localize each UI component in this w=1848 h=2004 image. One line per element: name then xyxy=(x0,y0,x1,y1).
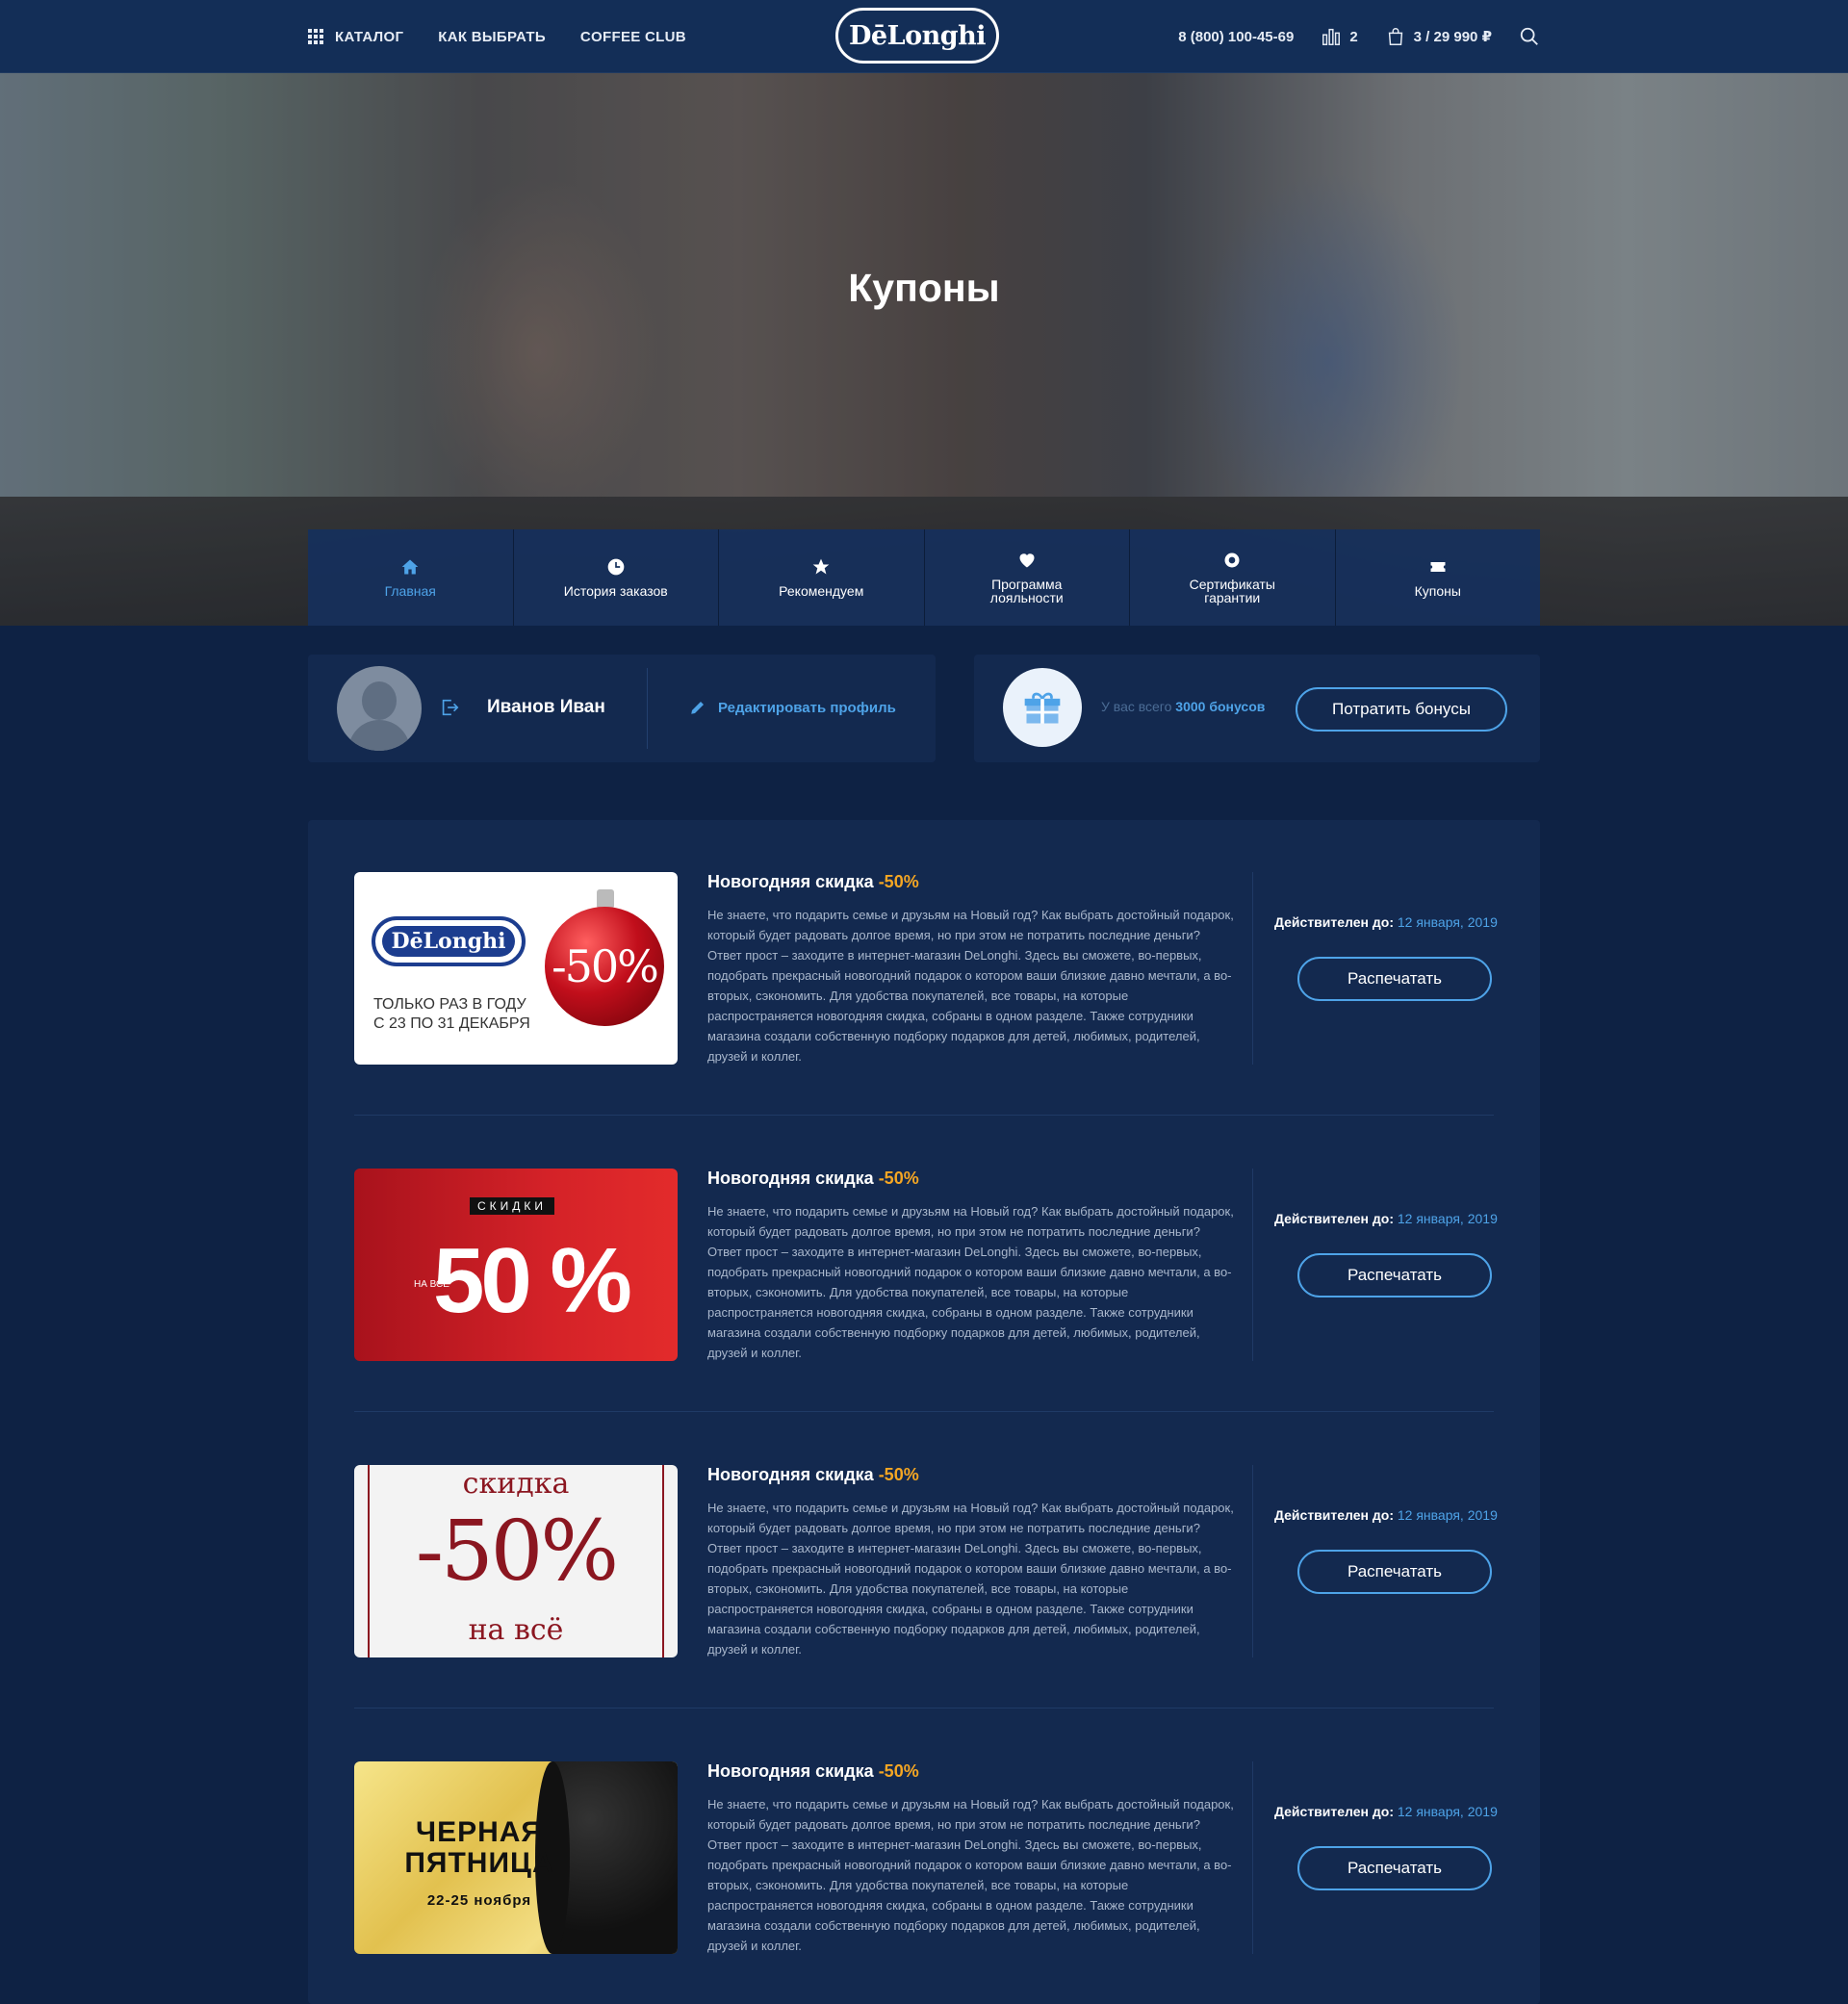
tab-home[interactable]: Главная xyxy=(308,529,514,626)
clock-icon xyxy=(607,558,625,576)
profile-card: Иванов Иван Редактировать профиль xyxy=(308,655,936,762)
coupon-title: Новогодняя скидка -50% xyxy=(707,872,919,891)
coffee-club-link[interactable]: COFFEE CLUB xyxy=(580,29,686,45)
print-coupon-button[interactable]: Распечатать xyxy=(1297,1846,1492,1890)
coupon-item: ЧЕРНАЯ ПЯТНИЦА 22-25 ноября Новогодняя с… xyxy=(354,1761,1498,1954)
coupon-image-line: С 23 ПО 31 ДЕКАБРЯ xyxy=(373,1015,530,1032)
coupon-image-line: скидка xyxy=(462,1467,570,1501)
coupon-image-line: на всё xyxy=(468,1613,564,1647)
user-name: Иванов Иван xyxy=(487,697,605,717)
christmas-ornament-badge: -50% xyxy=(545,907,664,1026)
coupon-valid-date: 12 января, 2019 xyxy=(1397,1507,1498,1523)
coupon-image-line: ЧЕРНАЯ ПЯТНИЦА xyxy=(404,1816,554,1879)
badge-icon xyxy=(1224,552,1240,568)
spend-bonuses-button[interactable]: Потратить бонусы xyxy=(1296,687,1507,732)
primary-nav: КАТАЛОГ КАК ВЫБРАТЬ COFFEE CLUB xyxy=(308,0,686,73)
tab-label: История заказов xyxy=(563,583,668,599)
top-navigation-bar: КАТАЛОГ КАК ВЫБРАТЬ COFFEE CLUB DēLonghi… xyxy=(0,0,1848,73)
coupon-image: DēLonghi ТОЛЬКО РАЗ В ГОДУ С 23 ПО 31 ДЕ… xyxy=(354,872,678,1065)
coupon-image-line: ТОЛЬКО РАЗ В ГОДУ xyxy=(373,996,526,1013)
bonus-prefix: У вас всего xyxy=(1101,699,1172,714)
tab-label: Программа лояльности xyxy=(989,577,1064,605)
catalog-label: КАТАЛОГ xyxy=(335,28,404,45)
catalog-link[interactable]: КАТАЛОГ xyxy=(308,29,403,45)
home-icon xyxy=(401,559,419,575)
coupon-validity: Действителен до: 12 января, 2019 xyxy=(1274,1804,1498,1819)
cart-button[interactable]: 3 / 29 990 ₽ xyxy=(1385,26,1492,47)
star-icon xyxy=(812,558,830,575)
coupon-valid-date: 12 января, 2019 xyxy=(1397,1804,1498,1819)
avatar[interactable] xyxy=(337,666,422,751)
print-coupon-button[interactable]: Распечатать xyxy=(1297,957,1492,1001)
coupon-valid-date: 12 января, 2019 xyxy=(1397,1211,1498,1226)
coupons-list: DēLonghi ТОЛЬКО РАЗ В ГОДУ С 23 ПО 31 ДЕ… xyxy=(308,820,1540,2004)
coupon-image-tag: СКИДКИ xyxy=(470,1197,555,1215)
coupon-item: DēLonghi ТОЛЬКО РАЗ В ГОДУ С 23 ПО 31 ДЕ… xyxy=(354,872,1498,1065)
header-actions: 8 (800) 100-45-69 2 3 / 29 990 ₽ xyxy=(1178,0,1540,73)
coupon-image-line: 22-25 ноября xyxy=(426,1892,532,1909)
coupon-image: ЧЕРНАЯ ПЯТНИЦА 22-25 ноября xyxy=(354,1761,678,1954)
coupon-title: Новогодняя скидка -50% xyxy=(707,1169,919,1188)
compare-button[interactable]: 2 xyxy=(1321,26,1358,47)
edit-profile-link[interactable]: Редактировать профиль xyxy=(689,699,896,716)
tab-label: Сертификаты гарантии xyxy=(1189,577,1275,605)
logout-icon[interactable] xyxy=(439,697,460,718)
grid-icon xyxy=(308,29,323,44)
coupon-description: Не знаете, что подарить семье и друзьям … xyxy=(707,1797,1234,1953)
divider xyxy=(647,668,648,749)
shopping-bag-icon xyxy=(1388,28,1402,45)
coupon-percent: -50% xyxy=(878,872,919,891)
gift-icon xyxy=(1003,668,1082,747)
search-icon xyxy=(1520,27,1538,45)
tab-order-history[interactable]: История заказов xyxy=(513,529,719,626)
divider xyxy=(354,1115,1494,1116)
tab-warranty-certificates[interactable]: Сертификаты гарантии xyxy=(1130,529,1336,626)
tab-label: Главная xyxy=(384,583,436,599)
heart-icon xyxy=(1019,553,1035,568)
compare-count: 2 xyxy=(1349,28,1358,45)
divider xyxy=(354,1411,1494,1412)
coupon-image-big: 50 % xyxy=(433,1229,632,1332)
divider xyxy=(354,1708,1494,1709)
coupon-title: Новогодняя скидка -50% xyxy=(707,1761,919,1781)
ticket-icon xyxy=(1430,562,1446,572)
cart-summary: 3 / 29 990 ₽ xyxy=(1413,29,1492,45)
tab-label: Купоны xyxy=(1414,583,1461,599)
coupon-percent: -50% xyxy=(878,1169,919,1188)
print-coupon-button[interactable]: Распечатать xyxy=(1297,1253,1492,1297)
coupon-description: Не знаете, что подарить семье и друзьям … xyxy=(707,908,1234,1064)
compare-bars-icon xyxy=(1322,28,1341,45)
delonghi-logo[interactable]: DēLonghi xyxy=(835,8,999,64)
coupon-percent: -50% xyxy=(878,1761,919,1781)
coupon-image-big: -50% xyxy=(415,1503,619,1600)
coupon-valid-date: 12 января, 2019 xyxy=(1397,914,1498,930)
coupon-item: СКИДКИ НА ВСЁ 50 % Новогодняя скидка -50… xyxy=(354,1169,1498,1361)
print-coupon-button[interactable]: Распечатать xyxy=(1297,1550,1492,1594)
coupon-description: Не знаете, что подарить семье и друзьям … xyxy=(707,1204,1234,1360)
coupon-validity: Действителен до: 12 января, 2019 xyxy=(1274,1211,1498,1226)
coupon-item: скидка -50% на всё Новогодняя скидка -50… xyxy=(354,1465,1498,1657)
page-title: Купоны xyxy=(848,266,1000,310)
tab-coupons[interactable]: Купоны xyxy=(1335,529,1540,626)
tab-loyalty-program[interactable]: Программа лояльности xyxy=(924,529,1130,626)
how-to-choose-link[interactable]: КАК ВЫБРАТЬ xyxy=(438,29,546,45)
coupon-brand-logo: DēLonghi xyxy=(372,916,526,966)
coupon-validity: Действителен до: 12 января, 2019 xyxy=(1274,914,1498,930)
search-button[interactable] xyxy=(1519,26,1540,47)
bonus-balance: У вас всего 3000 бонусов xyxy=(1101,699,1265,714)
pencil-icon xyxy=(691,702,704,714)
coupon-title: Новогодняя скидка -50% xyxy=(707,1465,919,1484)
coupon-percent: -50% xyxy=(878,1465,919,1484)
edit-profile-label: Редактировать профиль xyxy=(718,699,896,716)
phone-link[interactable]: 8 (800) 100-45-69 xyxy=(1178,29,1294,45)
coupon-image: СКИДКИ НА ВСЁ 50 % xyxy=(354,1169,678,1361)
tab-recommended[interactable]: Рекомендуем xyxy=(719,529,925,626)
bonus-card: У вас всего 3000 бонусов Потратить бонус… xyxy=(974,655,1540,762)
tab-label: Рекомендуем xyxy=(779,583,864,599)
coupon-description: Не знаете, что подарить семье и друзьям … xyxy=(707,1501,1234,1657)
coupon-image: скидка -50% на всё xyxy=(354,1465,678,1657)
coupon-validity: Действителен до: 12 января, 2019 xyxy=(1274,1507,1498,1523)
account-subnav: Главная История заказов Рекомендуем Прог… xyxy=(308,529,1540,626)
bonus-amount: 3000 бонусов xyxy=(1175,699,1266,714)
